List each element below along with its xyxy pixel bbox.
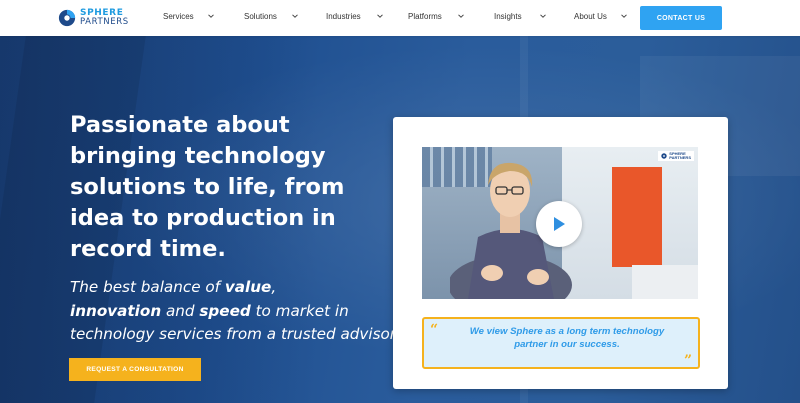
sphere-logo-icon xyxy=(661,153,667,159)
testimonial-quote-box: “ We view Sphere as a long term technolo… xyxy=(422,317,700,369)
hero-section: Passionate about bringing technology sol… xyxy=(0,36,800,403)
request-consultation-button[interactable]: REQUEST A CONSULTATION xyxy=(69,358,201,381)
video-orange-wall xyxy=(612,167,662,267)
chevron-down-icon[interactable] xyxy=(377,13,383,19)
sub-text: , xyxy=(271,278,277,296)
contact-us-button[interactable]: CONTACT US xyxy=(640,6,722,30)
sub-emphasis-value: value xyxy=(224,278,272,296)
close-quote-icon: ” xyxy=(683,353,692,369)
sub-text: and xyxy=(161,301,200,320)
nav-item-about-us[interactable]: About Us xyxy=(574,12,607,21)
watermark-line2: PARTNERS xyxy=(669,155,691,160)
testimonial-card: SPHERE PARTNERS “ We view Sphere as a lon… xyxy=(393,117,728,389)
chevron-down-icon[interactable] xyxy=(621,13,627,19)
chevron-down-icon[interactable] xyxy=(292,13,298,19)
hero-headline: Passionate about bringing technology sol… xyxy=(70,112,345,262)
video-counter xyxy=(632,265,698,299)
sub-emphasis-innovation: innovation xyxy=(70,301,162,320)
nav-item-services[interactable]: Services xyxy=(163,12,194,21)
chevron-down-icon[interactable] xyxy=(540,13,546,19)
site-header: SPHERE PARTNERS Services Solutions Indus… xyxy=(0,0,800,36)
video-watermark-logo: SPHERE PARTNERS xyxy=(658,151,694,161)
open-quote-icon: “ xyxy=(430,322,439,338)
nav-item-industries[interactable]: Industries xyxy=(326,12,361,21)
play-button[interactable] xyxy=(536,201,582,247)
play-icon xyxy=(554,217,565,231)
testimonial-quote: We view Sphere as a long term technology… xyxy=(469,326,665,350)
nav-item-insights[interactable]: Insights xyxy=(494,12,522,21)
chevron-down-icon[interactable] xyxy=(208,13,214,19)
chevron-down-icon[interactable] xyxy=(458,13,464,19)
nav-item-solutions[interactable]: Solutions xyxy=(244,12,277,21)
sub-text: The best balance of xyxy=(70,278,225,296)
sub-emphasis-speed: speed xyxy=(199,301,251,320)
testimonial-video[interactable]: SPHERE PARTNERS xyxy=(422,147,698,299)
hero-subheadline: The best balance of value, innovation an… xyxy=(70,276,400,347)
nav-item-platforms[interactable]: Platforms xyxy=(408,12,442,21)
